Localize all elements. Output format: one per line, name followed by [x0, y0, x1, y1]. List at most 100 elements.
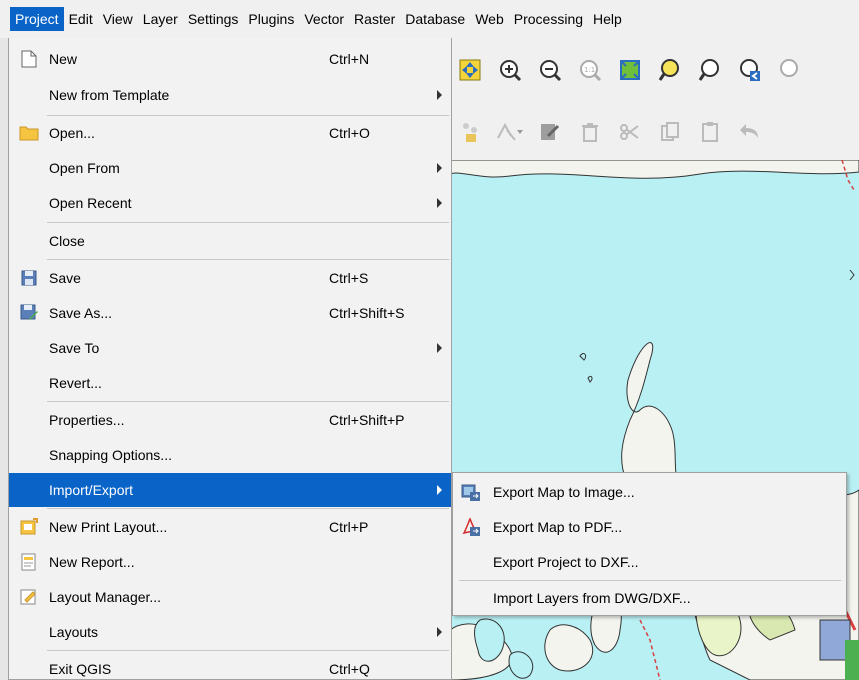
menu-item-label: New Report...	[49, 554, 135, 570]
print-layout-icon	[19, 517, 39, 537]
menu-item-label: Layouts	[49, 624, 99, 640]
zoom-next-icon[interactable]	[770, 54, 810, 86]
menu-project[interactable]: Project	[10, 7, 64, 31]
menu-item-label: Properties...	[49, 412, 125, 428]
menu-plugins[interactable]: Plugins	[243, 7, 299, 31]
menu-item-import-export[interactable]: Import/Export	[9, 473, 451, 507]
menu-item-layouts[interactable]: Layouts	[9, 615, 451, 649]
menu-item-label: Open From	[49, 160, 120, 176]
menu-item-export-project-to-dxf[interactable]: Export Project to DXF...	[453, 545, 846, 579]
menu-item-save-to[interactable]: Save To	[9, 331, 451, 365]
menu-item-shortcut: Ctrl+Q	[329, 661, 370, 677]
menu-item-import-layers-from-dwg-dxf[interactable]: Import Layers from DWG/DXF...	[453, 581, 846, 615]
menu-view[interactable]: View	[98, 7, 138, 31]
folder-icon	[19, 123, 39, 143]
menu-separator	[47, 222, 449, 223]
pan-to-selection-icon[interactable]	[450, 54, 490, 86]
menu-item-label: Save To	[49, 340, 100, 356]
menu-settings[interactable]: Settings	[183, 7, 244, 31]
menu-database[interactable]: Database	[400, 7, 470, 31]
menu-item-label: Snapping Options...	[49, 447, 172, 463]
menu-item-label: Save As...	[49, 305, 113, 321]
menu-item-save[interactable]: Save Ctrl+S	[9, 261, 451, 295]
submenu-arrow-icon	[437, 198, 442, 208]
zoom-native-icon[interactable]: 1:1	[570, 54, 610, 86]
new-document-icon	[19, 49, 39, 69]
menu-item-label: Exit QGIS	[49, 661, 112, 677]
menu-item-new-from-template[interactable]: New from Template	[9, 78, 451, 112]
zoom-full-icon[interactable]	[610, 54, 650, 86]
submenu-arrow-icon	[437, 163, 442, 173]
menu-edit[interactable]: Edit	[64, 7, 98, 31]
add-feature-icon[interactable]	[450, 116, 490, 148]
menu-item-new-print-layout[interactable]: New Print Layout... Ctrl+P	[9, 510, 451, 544]
menu-layer[interactable]: Layer	[138, 7, 183, 31]
menu-help[interactable]: Help	[588, 7, 627, 31]
menu-web[interactable]: Web	[470, 7, 509, 31]
menu-item-label: Layout Manager...	[49, 589, 162, 605]
menu-item-close[interactable]: Close	[9, 224, 451, 258]
menu-item-label: Close	[49, 233, 85, 249]
menu-item-shortcut: Ctrl+Shift+S	[329, 305, 405, 321]
paste-icon[interactable]	[690, 116, 730, 148]
menu-item-label: Export Map to Image...	[493, 484, 635, 500]
menu-item-export-map-to-image[interactable]: Export Map to Image...	[453, 475, 846, 509]
menu-item-label: Export Project to DXF...	[493, 554, 639, 570]
menu-item-open-recent[interactable]: Open Recent	[9, 186, 451, 220]
menu-item-label: Open Recent	[49, 195, 132, 211]
vertex-tool-icon[interactable]	[490, 116, 530, 148]
menu-item-open[interactable]: Open... Ctrl+O	[9, 116, 451, 150]
undo-icon[interactable]	[730, 116, 770, 148]
export-image-icon	[461, 482, 481, 502]
submenu-arrow-icon	[437, 343, 442, 353]
menu-item-shortcut: Ctrl+N	[329, 51, 370, 67]
menu-separator	[47, 259, 449, 260]
zoom-out-icon[interactable]	[530, 54, 570, 86]
layout-manager-icon	[19, 587, 39, 607]
menu-item-label: Import Layers from DWG/DXF...	[493, 590, 691, 606]
menu-separator	[47, 650, 449, 651]
digitizing-toolbar	[450, 112, 859, 152]
left-panel-edge	[0, 38, 8, 680]
menu-item-new-report[interactable]: New Report...	[9, 545, 451, 579]
map-navigation-toolbar: 1:1	[450, 50, 859, 90]
copy-icon[interactable]	[650, 116, 690, 148]
menu-bar: Project Edit View Layer Settings Plugins…	[0, 0, 859, 38]
menu-item-exit-qgis[interactable]: Exit QGIS Ctrl+Q	[9, 652, 451, 680]
menu-item-save-as[interactable]: Save As... Ctrl+Shift+S	[9, 296, 451, 330]
zoom-in-icon[interactable]	[490, 54, 530, 86]
svg-text:1:1: 1:1	[584, 66, 595, 74]
submenu-arrow-icon	[437, 90, 442, 100]
submenu-arrow-icon	[437, 485, 442, 495]
menu-item-properties[interactable]: Properties... Ctrl+Shift+P	[9, 403, 451, 437]
menu-item-label: Export Map to PDF...	[493, 519, 623, 535]
menu-separator	[47, 401, 449, 402]
delete-icon[interactable]	[570, 116, 610, 148]
project-menu: New Ctrl+N New from Template Open... Ctr…	[8, 38, 452, 680]
menu-item-label: Import/Export	[49, 482, 134, 498]
menu-item-label: New Print Layout...	[49, 519, 168, 535]
menu-raster[interactable]: Raster	[349, 7, 400, 31]
zoom-to-layer-icon[interactable]	[690, 54, 730, 86]
menu-item-shortcut: Ctrl+O	[329, 125, 370, 141]
menu-item-revert[interactable]: Revert...	[9, 366, 451, 400]
zoom-to-selection-icon[interactable]	[650, 54, 690, 86]
menu-processing[interactable]: Processing	[509, 7, 588, 31]
menu-item-label: Save	[49, 270, 81, 286]
zoom-last-icon[interactable]	[730, 54, 770, 86]
menu-item-label: New from Template	[49, 87, 170, 103]
import-export-submenu: Export Map to Image... Export Map to PDF…	[452, 472, 847, 616]
menu-item-export-map-to-pdf[interactable]: Export Map to PDF...	[453, 510, 846, 544]
save-as-icon	[19, 303, 39, 323]
pdf-icon	[461, 517, 481, 537]
modify-attributes-icon[interactable]	[530, 116, 570, 148]
save-icon	[19, 268, 39, 288]
menu-item-new[interactable]: New Ctrl+N	[9, 42, 451, 76]
menu-item-open-from[interactable]: Open From	[9, 151, 451, 185]
cut-icon[interactable]	[610, 116, 650, 148]
menu-item-layout-manager[interactable]: Layout Manager...	[9, 580, 451, 614]
report-icon	[19, 552, 39, 572]
menu-vector[interactable]: Vector	[299, 7, 349, 31]
menu-item-shortcut: Ctrl+S	[329, 270, 369, 286]
menu-item-snapping-options[interactable]: Snapping Options...	[9, 438, 451, 472]
